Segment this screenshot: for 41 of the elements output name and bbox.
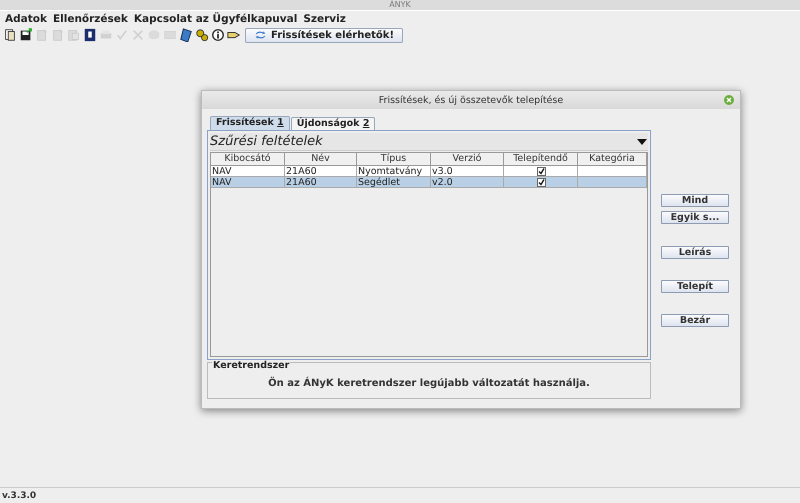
column-header[interactable]: Típus: [357, 153, 431, 166]
status-message: Ön az ÁNyK keretrendszer legújabb változatát használja.: [268, 378, 590, 389]
table-cell: NAV: [211, 166, 285, 177]
table-cell: NAV: [211, 177, 285, 188]
table-cell: v3.0: [431, 166, 504, 177]
table-cell: Nyomtatvány: [357, 166, 431, 177]
table-cell: v2.0: [431, 177, 504, 188]
column-header[interactable]: Telepítendő: [504, 153, 578, 166]
column-header[interactable]: Kategória: [578, 153, 647, 166]
column-header[interactable]: Verzió: [431, 153, 504, 166]
column-header[interactable]: Név: [285, 153, 357, 166]
checkbox[interactable]: [536, 166, 546, 176]
table-cell: 21A60: [285, 177, 357, 188]
column-header[interactable]: Kibocsátó: [211, 153, 285, 166]
toolbar-icon[interactable]: [3, 28, 17, 42]
menu-item[interactable]: Ellenőrzések: [50, 13, 131, 25]
tab[interactable]: Frissítések 1: [210, 116, 290, 130]
checkbox[interactable]: [536, 178, 546, 186]
menu-item[interactable]: Adatok: [2, 13, 50, 25]
toolbar-icon[interactable]: [211, 28, 225, 42]
toolbar-icon[interactable]: [83, 28, 97, 42]
dialog-button[interactable]: Leírás: [661, 246, 729, 259]
menu-item[interactable]: Szerviz: [300, 13, 349, 25]
dialog-button[interactable]: Egyik s...: [661, 211, 729, 224]
version-label: v.3.3.0: [2, 490, 36, 500]
dialog-title: Frissítések, és új összetevők telepítése: [378, 94, 564, 106]
close-icon[interactable]: [724, 95, 734, 105]
toolbar-icon[interactable]: [195, 28, 209, 42]
tab[interactable]: Újdonságok 2: [290, 117, 376, 130]
menu-item[interactable]: Kapcsolat az Ügyfélkapuval: [130, 13, 300, 25]
refresh-icon: [254, 30, 267, 40]
dialog-button[interactable]: Telepít: [661, 280, 729, 293]
dialog-button[interactable]: Bezár: [661, 314, 729, 327]
toolbar-icon[interactable]: [19, 28, 33, 42]
table-cell: Segédlet: [357, 177, 431, 188]
updates-button[interactable]: Frissítések elérhetők!: [245, 28, 403, 42]
table-cell: 21A60: [285, 166, 357, 177]
dropdown-arrow-icon[interactable]: [637, 138, 647, 144]
filter-header: Szűrési feltételek: [210, 134, 323, 149]
group-title: Keretrendszer: [212, 361, 290, 371]
dialog-button[interactable]: Mind: [661, 194, 729, 207]
